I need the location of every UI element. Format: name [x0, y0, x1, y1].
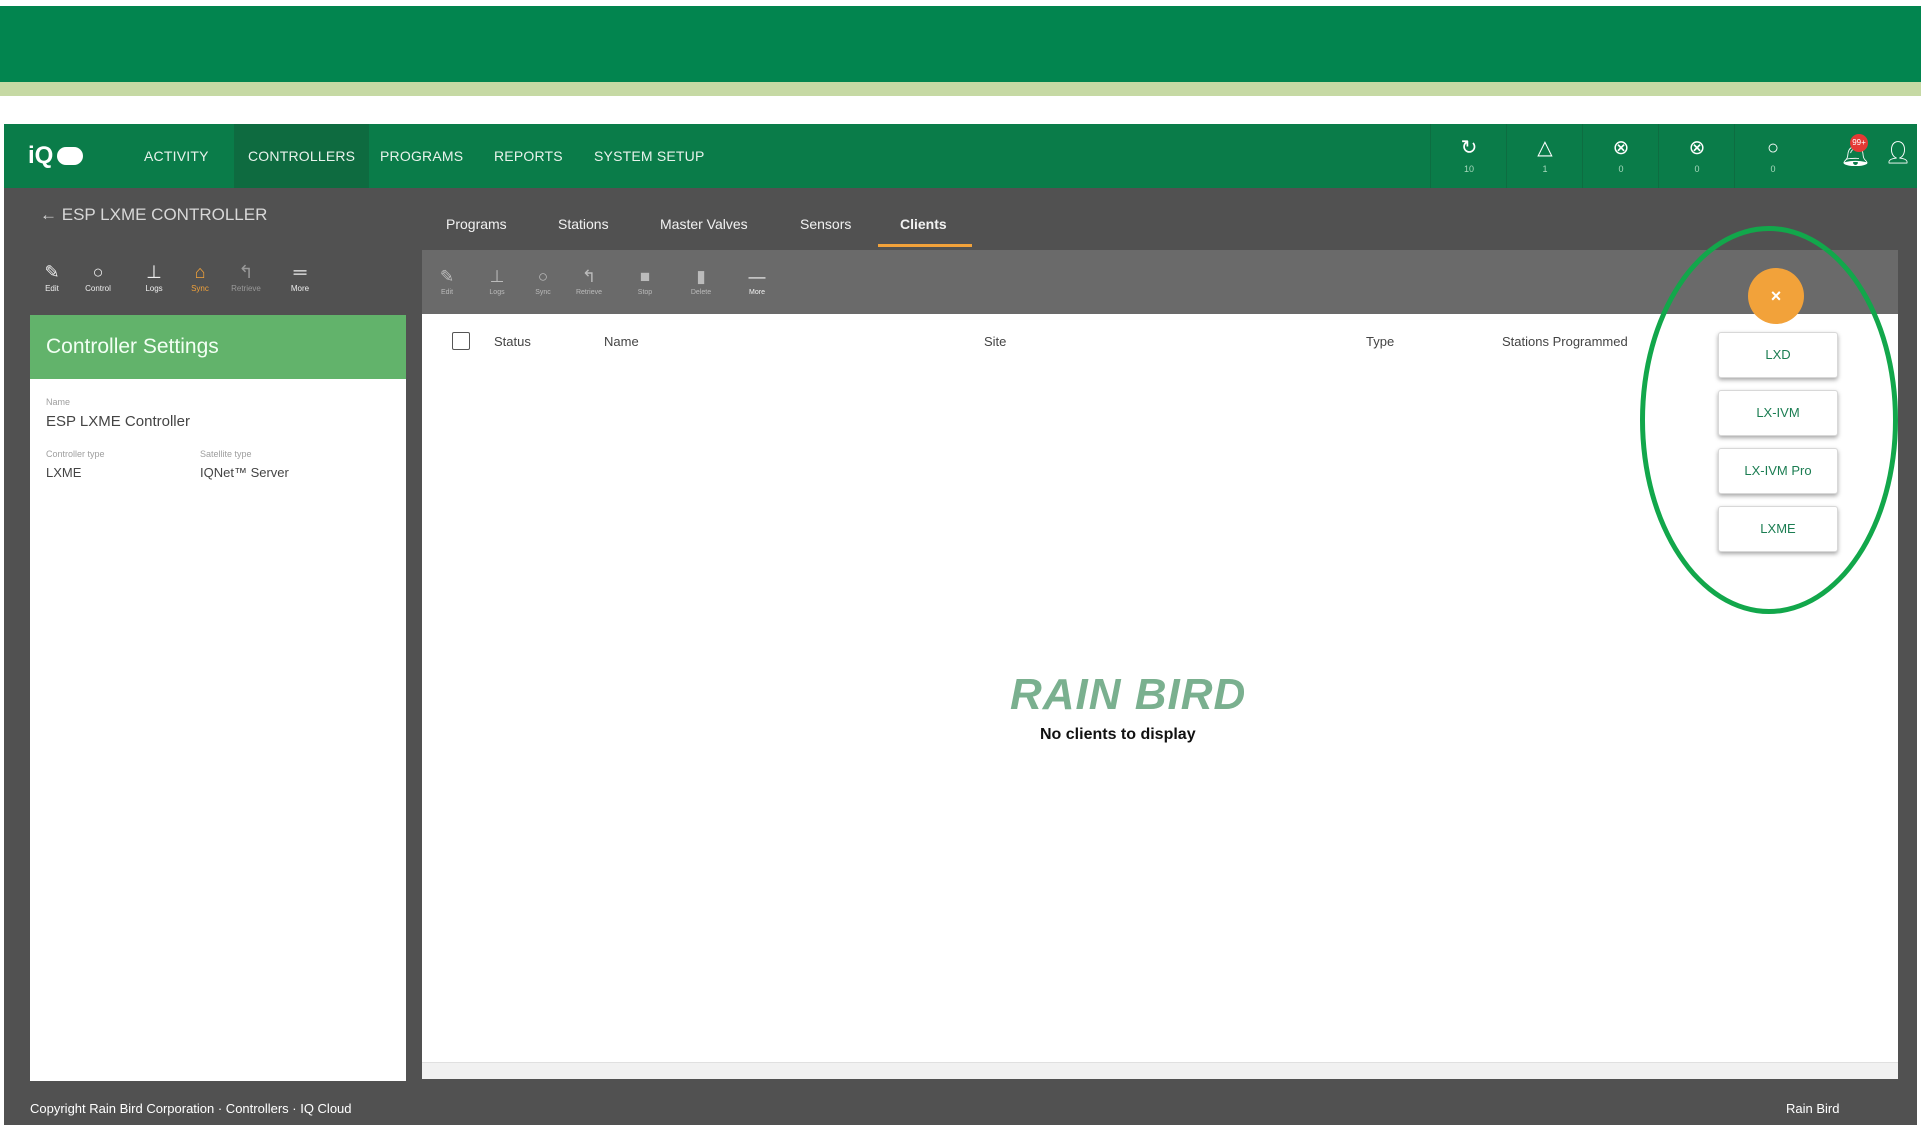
iq-logo[interactable]: iQ: [28, 142, 84, 170]
column-type[interactable]: Type: [1366, 334, 1394, 349]
satellite-type-value: IQNet™ Server: [200, 465, 289, 480]
satellite-type-label: Satellite type: [200, 449, 252, 459]
active-tab-indicator: [878, 244, 972, 247]
retrieve-icon: ↰: [581, 267, 597, 286]
status-syncing[interactable]: ↻ 10: [1430, 124, 1507, 188]
top-banner: [0, 0, 1921, 84]
column-stations-programmed[interactable]: Stations Programmed: [1502, 334, 1628, 349]
control-icon: ○: [92, 262, 104, 282]
nav-controllers[interactable]: CONTROLLERS: [234, 124, 370, 188]
retrieve-icon: ↰: [238, 262, 254, 282]
rain-bird-logo: RAIN BIRD: [1010, 670, 1247, 719]
sync-icon: ○: [537, 267, 549, 286]
delete-button[interactable]: ▮ Delete: [684, 268, 718, 297]
download-icon: ⊥: [146, 262, 162, 282]
retrieve-button[interactable]: ↰ Retrieve: [572, 268, 606, 297]
control-button[interactable]: ○ Control: [78, 262, 118, 294]
column-site[interactable]: Site: [984, 334, 1006, 349]
footer-copyright: Copyright Rain Bird Corporation · Contro…: [30, 1101, 352, 1116]
nav-programs[interactable]: PROGRAMS: [380, 124, 463, 188]
select-all-checkbox[interactable]: [452, 332, 470, 350]
edit-button[interactable]: ✎ Edit: [430, 268, 464, 297]
controller-settings-panel: Controller Settings Name ESP LXME Contro…: [30, 315, 406, 1081]
retrieve-button[interactable]: ↰ Retrieve: [226, 262, 266, 294]
logs-button[interactable]: ⊥ Logs: [480, 268, 514, 297]
notification-badge: 99+: [1850, 134, 1868, 152]
sync-button[interactable]: ○ Sync: [526, 268, 560, 297]
column-status[interactable]: Status: [494, 334, 531, 349]
status-warnings[interactable]: △ 1: [1506, 124, 1583, 188]
nav-system-setup[interactable]: SYSTEM SETUP: [594, 124, 705, 188]
status-offline[interactable]: ⊗ 0: [1582, 124, 1659, 188]
cloud-icon: [57, 147, 84, 165]
more-icon: ═: [293, 262, 307, 282]
name-value: ESP LXME Controller: [46, 413, 190, 430]
tab-clients[interactable]: Clients: [900, 216, 947, 232]
settings-title: Controller Settings: [30, 315, 406, 379]
nav-activity[interactable]: ACTIVITY: [144, 124, 209, 188]
pencil-icon: ✎: [44, 262, 60, 282]
main-nav: iQ ACTIVITY CONTROLLERS PROGRAMS REPORTS…: [4, 124, 1917, 188]
error-icon: ⊗: [1688, 137, 1706, 159]
nav-reports[interactable]: REPORTS: [494, 124, 563, 188]
back-link[interactable]: ← ESP LXME CONTROLLER: [40, 205, 267, 225]
stop-icon: ■: [639, 267, 651, 286]
stop-button[interactable]: ■ Stop: [628, 268, 662, 297]
sync-icon: ↻: [1460, 137, 1478, 159]
highlight-ring: [1640, 226, 1898, 614]
offline-icon: ⊗: [1612, 137, 1630, 159]
tab-programs[interactable]: Programs: [446, 216, 507, 232]
warning-icon: △: [1537, 137, 1553, 159]
circle-icon: ○: [1766, 137, 1780, 159]
pencil-icon: ✎: [439, 267, 455, 286]
controller-type-label: Controller type: [46, 449, 105, 459]
status-idle[interactable]: ○ 0: [1734, 124, 1811, 188]
more-button[interactable]: — More: [740, 268, 774, 297]
status-errors[interactable]: ⊗ 0: [1658, 124, 1735, 188]
controller-type-value: LXME: [46, 465, 82, 480]
sync-icon: ⌂: [194, 262, 206, 282]
banner-stripe: [0, 82, 1921, 96]
sync-button[interactable]: ⌂ Sync: [180, 262, 220, 294]
footer-brand: Rain Bird: [1786, 1101, 1840, 1116]
arrow-left-icon: ←: [40, 205, 57, 224]
more-icon: —: [748, 267, 766, 286]
user-icon[interactable]: 👤︎: [1884, 140, 1912, 166]
name-label: Name: [46, 397, 71, 407]
download-icon: ⊥: [489, 267, 505, 286]
edit-controller-button[interactable]: ✎ Edit: [32, 262, 72, 294]
tab-sensors[interactable]: Sensors: [800, 216, 851, 232]
logs-button[interactable]: ⊥ Logs: [134, 262, 174, 294]
trash-icon: ▮: [696, 267, 706, 286]
more-button[interactable]: ═ More: [280, 262, 320, 294]
empty-state-message: No clients to display: [1040, 726, 1196, 743]
horizontal-scrollbar[interactable]: [422, 1062, 1898, 1079]
tab-stations[interactable]: Stations: [558, 216, 609, 232]
tab-master-valves[interactable]: Master Valves: [660, 216, 748, 232]
column-name[interactable]: Name: [604, 334, 639, 349]
